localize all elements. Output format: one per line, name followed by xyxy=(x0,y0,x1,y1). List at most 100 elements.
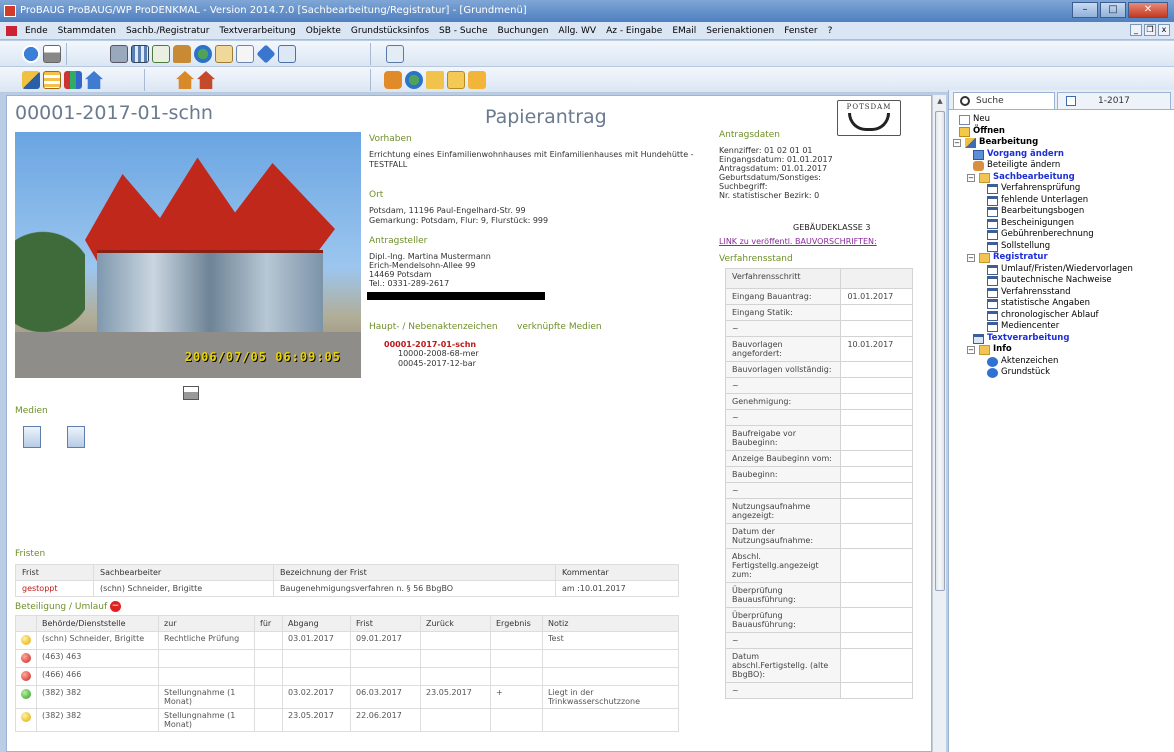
search-icon xyxy=(960,96,970,106)
editdoc-icon xyxy=(973,149,984,160)
print-photo-icon[interactable] xyxy=(183,386,199,400)
win-icon xyxy=(987,230,998,240)
grid-icon[interactable] xyxy=(131,45,149,63)
maximize-button[interactable]: □ xyxy=(1100,2,1126,18)
verfahrensschritt-label: Abschl. Fertigstellg.angezeigt zum: xyxy=(724,548,842,583)
collapse-icon[interactable]: − xyxy=(967,254,975,262)
beteiligung-header-behoerde: Behörde/Dienststelle xyxy=(36,615,159,632)
status-dot-icon xyxy=(21,653,31,663)
folder-open-icon[interactable] xyxy=(447,71,465,89)
beteiligung-notiz xyxy=(542,649,679,668)
menu-allg-wv[interactable]: Allg. WV xyxy=(553,26,601,36)
status-dot-icon xyxy=(21,689,31,699)
menu-textverarbeitung[interactable]: Textverarbeitung xyxy=(214,26,300,36)
folder-icon[interactable] xyxy=(426,71,444,89)
antragsdaten-label: Antragsdaten xyxy=(719,130,781,140)
diamond-icon[interactable] xyxy=(256,44,276,64)
document-scrollbar[interactable]: ▲ xyxy=(932,95,946,752)
table-row: ~ xyxy=(724,632,913,649)
mdi-restore-button[interactable]: ❐ xyxy=(1144,24,1156,36)
tree-item-label: Sollstellung xyxy=(1001,240,1051,251)
menu-ende[interactable]: Ende xyxy=(20,26,53,36)
menu-sachb-registratur[interactable]: Sachb./Registratur xyxy=(121,26,214,36)
printer-icon[interactable] xyxy=(43,45,61,63)
antragsteller-phone: Tel.: 0331-289-2617 xyxy=(369,279,450,288)
beteiligung-zurueck xyxy=(420,649,491,668)
antragsteller-label: Antragsteller xyxy=(369,236,428,246)
books-icon[interactable] xyxy=(64,71,82,89)
info-icon[interactable] xyxy=(22,45,40,63)
ort-address: Potsdam, 11196 Paul-Engelhard-Str. 99 xyxy=(369,206,526,215)
window-title: ProBAUG ProBAUG/WP ProDENKMAL - Version … xyxy=(20,5,527,16)
menu-stammdaten[interactable]: Stammdaten xyxy=(53,26,121,36)
building-photo[interactable]: 2006/07/05 06:09:05 xyxy=(15,132,361,378)
chart-icon[interactable] xyxy=(152,45,170,63)
pencil-icon[interactable] xyxy=(22,71,40,89)
card-icon[interactable] xyxy=(215,45,233,63)
beteiligung-abgang: 03.02.2017 xyxy=(282,685,351,709)
globe-icon[interactable] xyxy=(194,45,212,63)
puzzle-icon[interactable] xyxy=(384,71,402,89)
aktenzeichen-sub[interactable]: 00045-2017-12-bar xyxy=(384,359,479,369)
form-icon[interactable] xyxy=(278,45,296,63)
building-icon[interactable] xyxy=(85,71,103,89)
tree-item-label: Vorgang ändern xyxy=(987,148,1064,159)
scroll-thumb[interactable] xyxy=(935,111,945,591)
menu-az-eingabe[interactable]: Az - Eingabe xyxy=(601,26,667,36)
collapse-icon[interactable]: − xyxy=(953,139,961,147)
globe-refresh-icon[interactable] xyxy=(405,71,423,89)
aktenzeichen-sub[interactable]: 10000-2008-68-mer xyxy=(384,349,479,359)
table-row[interactable]: (382) 382 Stellungnahme (1 Monat) 23.05.20… xyxy=(15,708,679,732)
verknuepfte-medien-link[interactable]: verknüpfte Medien xyxy=(517,322,602,332)
collapse-icon[interactable]: − xyxy=(967,346,975,354)
win-icon xyxy=(987,322,998,332)
aktenzeichen-main[interactable]: 00001-2017-01-schn xyxy=(384,340,479,349)
mdi-minimize-button[interactable]: _ xyxy=(1130,24,1142,36)
table-row: Anzeige Baubeginn vom: xyxy=(724,450,913,467)
verfahrensschritt-date: 01.01.2017 xyxy=(840,288,913,305)
document-menu-icon[interactable] xyxy=(6,26,17,36)
table-row: Eingang Bauantrag: 01.01.2017 xyxy=(724,288,913,305)
close-button[interactable]: ✕ xyxy=(1128,2,1168,18)
house-icon[interactable] xyxy=(176,71,194,89)
beteiligung-table: Behörde/Dienststelle zur für Abgang Fris… xyxy=(15,615,679,732)
menu-serienaktionen[interactable]: Serienaktionen xyxy=(701,26,779,36)
menu-fenster[interactable]: Fenster xyxy=(779,26,822,36)
menu-email[interactable]: EMail xyxy=(667,26,701,36)
minimize-button[interactable]: – xyxy=(1072,2,1098,18)
menu-grundstuecksinfos[interactable]: Grundstücksinfos xyxy=(346,26,434,36)
camera-icon[interactable] xyxy=(468,71,486,89)
table-row[interactable]: (382) 382 Stellungnahme (1 Monat) 03.02.20… xyxy=(15,685,679,709)
menu-help[interactable]: ? xyxy=(823,26,838,36)
media-file-icon[interactable] xyxy=(67,426,85,448)
table-icon[interactable] xyxy=(43,71,61,89)
vorhaben-text: Errichtung eines Einfamilienwohnhauses m… xyxy=(369,150,694,169)
menu-objekte[interactable]: Objekte xyxy=(301,26,346,36)
calculator-icon[interactable] xyxy=(110,45,128,63)
beteiligung-behoerde: (382) 382 xyxy=(36,685,159,709)
table-row: ~ xyxy=(724,482,913,499)
table-row[interactable]: gestoppt (schn) Schneider, Brigitte Baug… xyxy=(15,580,679,597)
table-row[interactable]: (463) 463 xyxy=(15,649,679,668)
bauvorschriften-link[interactable]: LINK zu veröffentl. BAUVORSCHRIFTEN: xyxy=(719,237,877,246)
photo-timestamp: 2006/07/05 06:09:05 xyxy=(184,350,341,364)
menu-sb-suche[interactable]: SB - Suche xyxy=(434,26,492,36)
media-file-icon[interactable] xyxy=(23,426,41,448)
window-icon[interactable] xyxy=(386,45,404,63)
beteiligung-abgang xyxy=(282,667,351,686)
menu-buchungen[interactable]: Buchungen xyxy=(493,26,554,36)
tab-case[interactable]: 1-2017 xyxy=(1057,92,1171,109)
bag-icon[interactable] xyxy=(173,45,191,63)
scroll-up-icon[interactable]: ▲ xyxy=(935,97,945,107)
table-row[interactable]: (466) 466 xyxy=(15,667,679,686)
collapse-icon[interactable]: − xyxy=(967,173,975,182)
verfahrensschritt-label: Bauvorlagen vollständig: xyxy=(724,361,842,378)
remove-icon[interactable]: − xyxy=(109,601,121,612)
mdi-close-button[interactable]: x xyxy=(1158,24,1170,36)
table-row[interactable]: (schn) Schneider, Brigitte Rechtliche Prü… xyxy=(15,631,679,650)
tab-suche[interactable]: Suche xyxy=(953,92,1055,109)
verfahrensschritt-date xyxy=(840,582,913,608)
house-alt-icon[interactable] xyxy=(197,71,215,89)
verfahrensschritt-date xyxy=(840,361,913,378)
document-pen-icon[interactable] xyxy=(236,45,254,63)
